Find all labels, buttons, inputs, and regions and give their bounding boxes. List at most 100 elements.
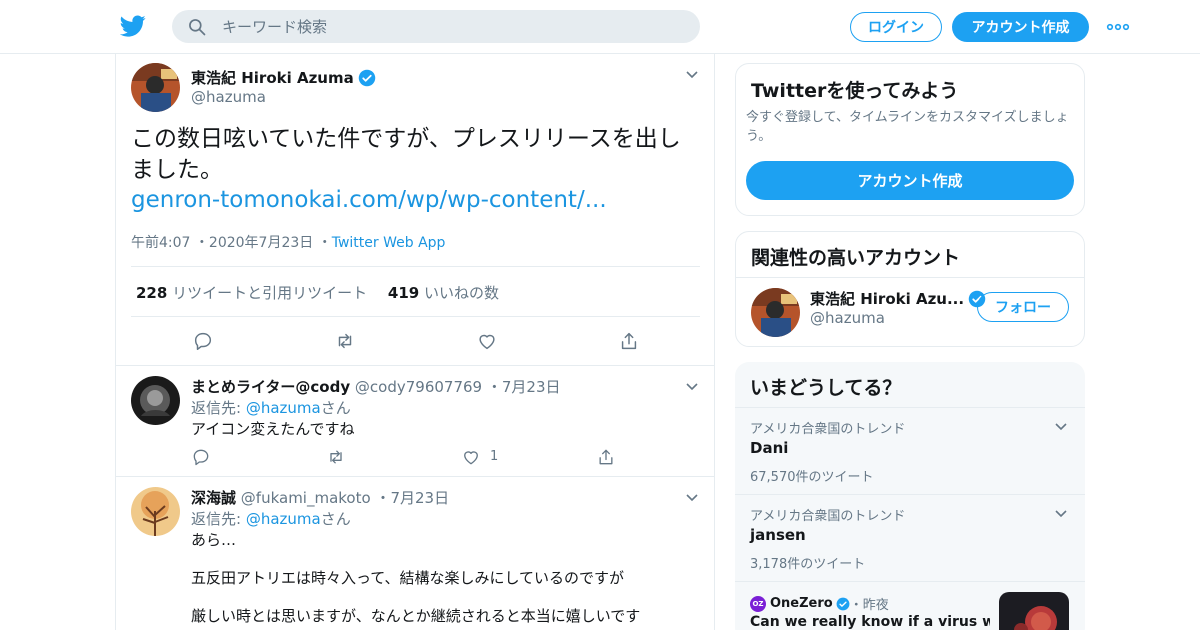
reply-tweet[interactable]: 深海誠 @fukami_makoto ・7月23日 返信先: @hazumaさん… (116, 477, 714, 630)
tweet-meta: 午前4:07 ・2020年7月23日 ・Twitter Web App (131, 232, 445, 252)
news-source: OneZero (770, 596, 833, 611)
tweet-date[interactable]: 2020年7月23日 (209, 235, 313, 251)
trends-title: いまどうしてる？ (750, 377, 902, 399)
reply-like-count: 1 (490, 449, 499, 464)
retweet-stat[interactable]: 228 リツイートと引用リツイート (136, 284, 367, 302)
reply-to-suffix: さん (320, 510, 351, 528)
avatar[interactable] (751, 288, 800, 337)
trend-context: アメリカ合衆国のトレンド (750, 422, 906, 437)
like-label: いいねの数 (423, 284, 499, 302)
divider (736, 277, 1084, 278)
avatar[interactable] (131, 376, 180, 425)
like-count: 419 (387, 284, 420, 302)
tweet-link[interactable]: genron-tomonokai.com/wp/wp-content/... (131, 187, 607, 213)
reply-to-label: 返信先: (191, 399, 246, 417)
trend-item[interactable]: アメリカ合衆国のトレンド jansen 3,178件のツイート (735, 494, 1085, 581)
tweet-text: この数日呟いていた件ですが、プレスリリースを出しました。 (131, 126, 681, 183)
retweet-label: リツイートと引用リツイート (172, 284, 368, 302)
reply-author-name[interactable]: 深海誠 (191, 489, 236, 507)
more-options-icon[interactable] (1106, 18, 1130, 36)
meta-separator: ・ (370, 489, 391, 507)
twitter-bird-icon[interactable] (120, 13, 146, 39)
main-timeline: 東浩紀 Hiroki Azuma @hazuma この数日呟いていた件ですが、プ… (115, 54, 715, 630)
news-headline: Can we really know if a virus was (750, 614, 990, 630)
reply-icon[interactable] (191, 447, 211, 467)
like-icon[interactable] (461, 447, 481, 467)
reply-date[interactable]: 7月23日 (390, 489, 449, 507)
reply-author-handle[interactable]: @fukami_makoto (241, 489, 371, 507)
top-header: ログイン アカウント作成 (0, 0, 1200, 54)
reply-to-suffix: さん (320, 399, 351, 417)
retweet-count: 228 (136, 284, 168, 302)
meta-separator: ・ (849, 598, 863, 613)
reply-author-name[interactable]: まとめライター@cody (191, 378, 350, 396)
retweet-icon[interactable] (334, 330, 356, 352)
divider (131, 316, 700, 317)
reply-author-handle[interactable]: @cody79607769 (355, 378, 482, 396)
trend-tweet-count: 3,178件のツイート (750, 557, 866, 572)
retweet-icon[interactable] (326, 447, 346, 467)
signup-card-button[interactable]: アカウント作成 (746, 161, 1074, 200)
reply-text-line: 厳しい時とは思いますが、なんとか継続されると本当に嬉しいです (191, 607, 641, 625)
signup-button[interactable]: アカウント作成 (952, 12, 1089, 42)
share-icon[interactable] (618, 330, 640, 352)
reply-to-label: 返信先: (191, 510, 246, 528)
like-stat[interactable]: 419 いいねの数 (388, 284, 499, 302)
reply-text-line: 五反田アトリエは時々入って、結構な楽しみにしているのですが (191, 569, 625, 587)
follow-button[interactable]: フォロー (977, 292, 1069, 322)
news-item[interactable]: OZ OneZero ・昨夜 Can we really know if a v… (735, 581, 1085, 630)
reply-author-photo (131, 487, 180, 536)
meta-separator: ・ (313, 235, 332, 251)
signup-card-title: Twitterを使ってみよう (751, 80, 959, 102)
author-photo (131, 63, 180, 112)
signup-card: Twitterを使ってみよう 今すぐ登録して、タイムラインをカスタマイズしましょ… (735, 63, 1085, 216)
related-accounts-card: 関連性の高いアカウント 東浩紀 Hiroki Azu... @hazuma フォ… (735, 231, 1085, 347)
search-input[interactable] (222, 10, 682, 43)
reply-icon[interactable] (192, 330, 214, 352)
chevron-down-icon[interactable] (685, 382, 699, 392)
search-icon (189, 19, 206, 36)
meta-separator: ・ (190, 235, 209, 251)
trend-context: アメリカ合衆国のトレンド (750, 509, 906, 524)
chevron-down-icon[interactable] (1054, 422, 1068, 432)
search-box[interactable] (172, 10, 700, 43)
meta-separator: ・ (482, 378, 502, 396)
like-icon[interactable] (476, 330, 498, 352)
tweet-time[interactable]: 午前4:07 (131, 235, 190, 251)
signup-card-description: 今すぐ登録して、タイムラインをカスタマイズしましょう。 (746, 110, 1069, 144)
related-account-photo (751, 288, 800, 337)
related-account-name[interactable]: 東浩紀 Hiroki Azu... (810, 288, 964, 309)
virus-image (999, 592, 1069, 630)
chevron-down-icon[interactable] (685, 70, 699, 80)
trend-tweet-count: 67,570件のツイート (750, 470, 874, 485)
share-icon[interactable] (596, 447, 616, 467)
related-account-handle[interactable]: @hazuma (810, 309, 885, 327)
reply-to-handle[interactable]: @hazuma (246, 399, 321, 417)
divider (131, 266, 700, 267)
trends-card: いまどうしてる？ アメリカ合衆国のトレンド Dani 67,570件のツイート … (735, 362, 1085, 630)
verified-badge-icon (836, 597, 850, 610)
trend-name: jansen (750, 526, 806, 544)
news-source-logo: OZ (750, 595, 766, 612)
chevron-down-icon[interactable] (1054, 509, 1068, 519)
reply-text: アイコン変えたんですね (191, 420, 355, 438)
author-handle[interactable]: @hazuma (191, 88, 266, 106)
trend-name: Dani (750, 439, 789, 457)
tweet-stats: 228 リツイートと引用リツイート 419 いいねの数 (136, 282, 499, 303)
reply-date[interactable]: 7月23日 (502, 378, 561, 396)
chevron-down-icon[interactable] (685, 493, 699, 503)
avatar[interactable] (131, 487, 180, 536)
tweet-source[interactable]: Twitter Web App (332, 235, 446, 251)
news-thumbnail (999, 592, 1069, 630)
login-button[interactable]: ログイン (850, 12, 942, 42)
reply-author-photo (131, 376, 180, 425)
author-name[interactable]: 東浩紀 Hiroki Azuma (191, 67, 354, 88)
reply-to-handle[interactable]: @hazuma (246, 510, 321, 528)
trend-item[interactable]: アメリカ合衆国のトレンド Dani 67,570件のツイート (735, 407, 1085, 494)
reply-tweet[interactable]: まとめライター@cody @cody79607769 ・7月23日 返信先: @… (116, 366, 714, 476)
related-accounts-title: 関連性の高いアカウント (751, 247, 961, 269)
reply-text-line: あら… (191, 531, 237, 549)
verified-badge-icon (358, 69, 375, 86)
news-time: 昨夜 (862, 598, 889, 613)
avatar[interactable] (131, 63, 180, 112)
